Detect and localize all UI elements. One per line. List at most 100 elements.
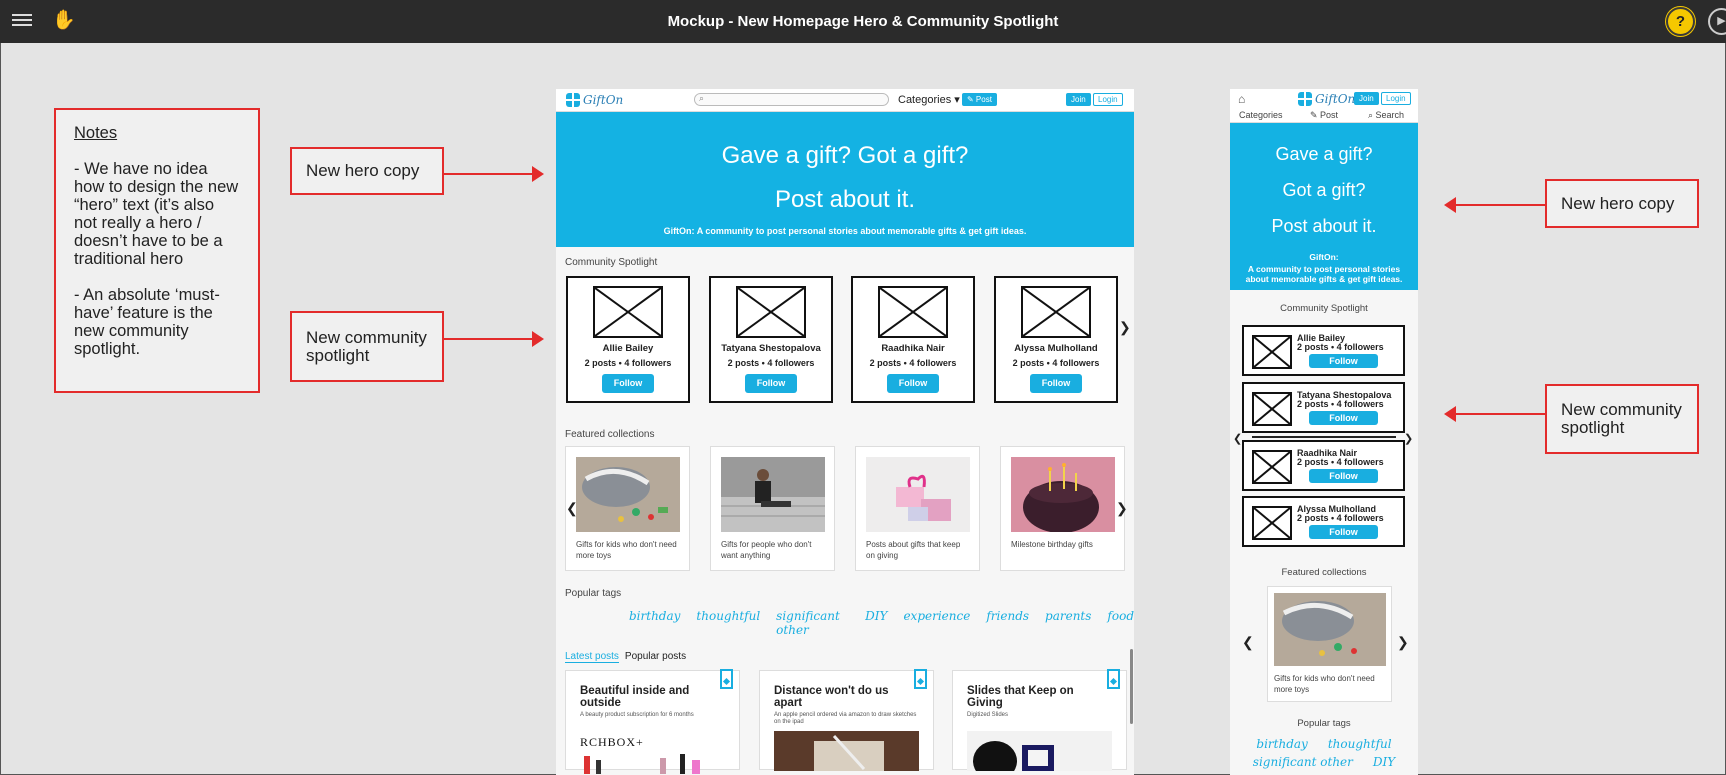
post-title: Beautiful inside and outside — [580, 685, 690, 709]
post-button[interactable]: ✎ Post — [962, 93, 997, 106]
tag-link[interactable]: significant other — [1253, 755, 1353, 769]
chevron-left-icon[interactable]: ❮ — [1233, 432, 1242, 446]
avatar-placeholder — [1252, 450, 1292, 484]
community-spotlight: ❮ Allie Bailey 2 posts • 4 followers Fol… — [556, 276, 1134, 406]
play-icon[interactable]: ▶ — [1708, 8, 1726, 35]
chevron-left-icon[interactable]: ❮ — [1242, 635, 1254, 649]
mobile-categories-link[interactable]: Categories — [1239, 110, 1283, 120]
tag-link[interactable]: birthday — [629, 609, 680, 637]
collection-caption: Milestone birthday gifts — [1011, 540, 1093, 549]
tag-link[interactable]: birthday — [1256, 737, 1307, 751]
arrow-left-icon — [1444, 197, 1545, 213]
bookmark-icon[interactable] — [914, 669, 927, 689]
spotlight-stats: 2 posts • 4 followers — [1297, 399, 1384, 409]
post-card[interactable]: Beautiful inside and outside A beauty pr… — [565, 669, 740, 774]
callout-hero-left: New hero copy — [290, 147, 444, 195]
desktop-mockup: GiftOn ⌕ Categories ▾ ✎ Post Join Login … — [556, 89, 1134, 775]
tag-link[interactable]: friends — [986, 609, 1029, 637]
chevron-right-icon[interactable]: ❯ — [1404, 432, 1413, 446]
home-icon[interactable]: ⌂ — [1238, 92, 1245, 106]
featured-collections: ❮ Gifts for kids who don't need more toy… — [556, 446, 1134, 573]
chevron-right-icon[interactable]: ❯ — [1397, 635, 1409, 649]
site-logo[interactable]: GiftOn — [566, 93, 623, 107]
chevron-right-icon[interactable]: ❯ — [1119, 320, 1131, 334]
categories-dropdown[interactable]: Categories ▾ — [898, 93, 960, 106]
callout-label: New hero copy — [306, 161, 420, 180]
spotlight-stats: 2 posts • 4 followers — [1012, 358, 1100, 368]
tag-link[interactable]: parents — [1045, 609, 1091, 637]
mobile-search-link[interactable]: ⌕ Search — [1368, 110, 1404, 121]
collection-image — [1011, 457, 1115, 532]
login-button[interactable]: Login — [1381, 92, 1411, 105]
follow-button[interactable]: Follow — [1030, 374, 1082, 393]
featured-label: Featured collections — [565, 429, 655, 440]
follow-button[interactable]: Follow — [1309, 469, 1378, 483]
follow-button[interactable]: Follow — [745, 374, 797, 393]
spotlight-stats: 2 posts • 4 followers — [1297, 342, 1384, 352]
featured-label: Featured collections — [1281, 567, 1367, 578]
search-input[interactable]: ⌕ — [694, 93, 889, 106]
site-logo[interactable]: GiftOn — [1298, 92, 1355, 106]
tag-link[interactable]: experience — [903, 609, 970, 637]
gift-icon — [566, 93, 580, 107]
spotlight-stats: 2 posts • 4 followers — [869, 358, 957, 368]
collection-card[interactable]: Posts about gifts that keep on giving — [855, 446, 980, 571]
collection-card[interactable]: Gifts for people who don't want anything — [710, 446, 835, 571]
help-button[interactable]: ? — [1666, 7, 1695, 36]
mobile-popular-tags: birthday thoughtful significant other DI… — [1230, 737, 1418, 769]
avatar-placeholder — [878, 286, 948, 338]
follow-button[interactable]: Follow — [1309, 525, 1378, 539]
mobile-post-link[interactable]: ✎ Post — [1310, 110, 1338, 121]
spotlight-card: Allie Bailey 2 posts • 4 followers Follo… — [566, 276, 690, 403]
callout-label: New community spotlight — [306, 327, 427, 365]
document-title: Mockup - New Homepage Hero & Community S… — [667, 13, 1059, 30]
post-subtitle: An apple pencil ordered via amazon to dr… — [774, 712, 917, 725]
tab-popular-posts[interactable]: Popular posts — [625, 651, 686, 663]
join-button[interactable]: Join — [1066, 93, 1091, 106]
popular-tags-label: Popular tags — [1297, 718, 1351, 729]
join-button[interactable]: Join — [1354, 92, 1379, 105]
tag-link[interactable]: thoughtful — [1328, 737, 1392, 751]
mobile-mockup: ⌂ GiftOn Join Login Categories ✎ Post ⌕ … — [1230, 89, 1418, 775]
avatar-placeholder — [1252, 335, 1292, 369]
post-title: Slides that Keep on Giving — [967, 685, 1074, 709]
follow-button[interactable]: Follow — [602, 374, 654, 393]
tag-link[interactable]: DIY — [865, 609, 887, 637]
bookmark-icon[interactable] — [720, 669, 733, 689]
follow-button[interactable]: Follow — [1309, 411, 1378, 425]
collection-caption: Gifts for kids who don't need more toys — [1274, 674, 1375, 694]
follow-button[interactable]: Follow — [887, 374, 939, 393]
post-card[interactable]: Distance won't do us apart An apple penc… — [759, 669, 934, 771]
post-card[interactable]: Slides that Keep on Giving Digitized Sli… — [952, 669, 1127, 771]
bookmark-icon[interactable] — [1107, 669, 1120, 689]
arrow-left-icon — [1444, 406, 1545, 422]
notes-title: Notes — [74, 124, 118, 142]
collection-card[interactable]: Gifts for kids who don't need more toys — [1267, 586, 1392, 702]
spotlight-stats: 2 posts • 4 followers — [727, 358, 815, 368]
spotlight-card: Alyssa Mulholland 2 posts • 4 followers … — [1242, 496, 1405, 547]
spotlight-label: Community Spotlight — [1280, 303, 1368, 314]
callout-hero-right: New hero copy — [1545, 179, 1699, 228]
collection-caption: Gifts for kids who don't need more toys — [576, 540, 677, 560]
avatar-placeholder — [1252, 506, 1292, 540]
callout-label: New hero copy — [1561, 193, 1675, 213]
tag-link[interactable]: significant other — [776, 609, 849, 637]
tag-link[interactable]: DIY — [1373, 755, 1395, 769]
tag-link[interactable]: thoughtful — [696, 609, 760, 637]
tab-latest-posts[interactable]: Latest posts — [565, 651, 619, 663]
notes-paragraph: - We have no idea how to design the new … — [74, 160, 239, 268]
callout-label: New community spotlight — [1561, 400, 1682, 437]
hero-headline: Post about it. — [1271, 216, 1377, 236]
hero-headline: Gave a gift? Got a gift? — [721, 142, 969, 169]
scrollbar[interactable] — [1130, 649, 1133, 724]
collection-card[interactable]: Milestone birthday gifts — [1000, 446, 1125, 571]
chevron-left-icon[interactable]: ❮ — [566, 501, 578, 515]
collection-image — [1274, 593, 1386, 666]
callout-spotlight-left: New community spotlight — [290, 311, 444, 382]
spotlight-stats: 2 posts • 4 followers — [1297, 457, 1384, 467]
login-button[interactable]: Login — [1093, 93, 1123, 106]
collection-card[interactable]: Gifts for kids who don't need more toys — [565, 446, 690, 571]
follow-button[interactable]: Follow — [1309, 354, 1378, 368]
chevron-right-icon[interactable]: ❯ — [1116, 501, 1128, 515]
tag-link[interactable]: food — [1107, 609, 1134, 637]
